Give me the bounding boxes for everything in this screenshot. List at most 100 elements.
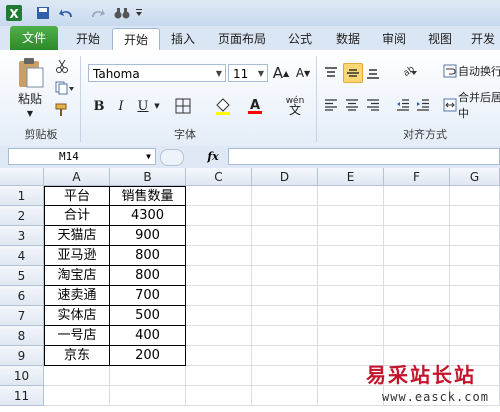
cell-b5[interactable]: 800 bbox=[110, 266, 186, 286]
cell-g7[interactable] bbox=[450, 306, 500, 326]
cell-d9[interactable] bbox=[252, 346, 318, 366]
cell-b4[interactable]: 800 bbox=[110, 246, 186, 266]
tab-view[interactable]: 视图 bbox=[420, 28, 460, 50]
cell-e3[interactable] bbox=[318, 226, 384, 246]
cell-e6[interactable] bbox=[318, 286, 384, 306]
cell-g6[interactable] bbox=[450, 286, 500, 306]
increase-indent-icon[interactable] bbox=[414, 96, 432, 114]
cell-g8[interactable] bbox=[450, 326, 500, 346]
cell-c1[interactable] bbox=[186, 186, 252, 206]
cell-a2[interactable]: 合计 bbox=[44, 206, 110, 226]
cell-c2[interactable] bbox=[186, 206, 252, 226]
cell-e4[interactable] bbox=[318, 246, 384, 266]
cell-a7[interactable]: 实体店 bbox=[44, 306, 110, 326]
bold-button[interactable]: B bbox=[90, 96, 108, 116]
cell-c10[interactable] bbox=[186, 366, 252, 386]
cell-b8[interactable]: 400 bbox=[110, 326, 186, 346]
cell-f2[interactable] bbox=[384, 206, 450, 226]
align-right-icon[interactable] bbox=[364, 96, 382, 114]
cell-b11[interactable] bbox=[110, 386, 186, 406]
column-header-c[interactable]: C bbox=[186, 168, 252, 186]
customize-qat-icon[interactable] bbox=[134, 4, 144, 22]
cell-d4[interactable] bbox=[252, 246, 318, 266]
cell-f1[interactable] bbox=[384, 186, 450, 206]
tab-insert[interactable]: 插入 bbox=[162, 28, 204, 50]
cell-b10[interactable] bbox=[110, 366, 186, 386]
column-header-a[interactable]: A bbox=[44, 168, 110, 186]
row-header[interactable]: 10 bbox=[0, 366, 44, 386]
cell-d1[interactable] bbox=[252, 186, 318, 206]
cell-f6[interactable] bbox=[384, 286, 450, 306]
cell-e2[interactable] bbox=[318, 206, 384, 226]
cell-e8[interactable] bbox=[318, 326, 384, 346]
cell-f5[interactable] bbox=[384, 266, 450, 286]
row-header[interactable]: 6 bbox=[0, 286, 44, 306]
row-header[interactable]: 11 bbox=[0, 386, 44, 406]
cell-a6[interactable]: 速卖通 bbox=[44, 286, 110, 306]
select-all-corner[interactable] bbox=[0, 168, 44, 186]
align-middle-icon[interactable] bbox=[343, 63, 363, 83]
cell-c4[interactable] bbox=[186, 246, 252, 266]
cell-f8[interactable] bbox=[384, 326, 450, 346]
redo-icon[interactable] bbox=[86, 4, 108, 22]
cell-c3[interactable] bbox=[186, 226, 252, 246]
cell-b2[interactable]: 4300 bbox=[110, 206, 186, 226]
tab-developer[interactable]: 开发 bbox=[466, 28, 500, 50]
orientation-icon[interactable]: ab bbox=[394, 64, 420, 82]
wrap-text-icon[interactable] bbox=[442, 63, 458, 79]
cell-g1[interactable] bbox=[450, 186, 500, 206]
wrap-text-button[interactable]: 自动换行 bbox=[458, 62, 500, 80]
cell-d5[interactable] bbox=[252, 266, 318, 286]
cell-a4[interactable]: 亚马逊 bbox=[44, 246, 110, 266]
cell-d3[interactable] bbox=[252, 226, 318, 246]
column-header-b[interactable]: B bbox=[110, 168, 186, 186]
row-header[interactable]: 2 bbox=[0, 206, 44, 226]
tab-file[interactable]: 文件 bbox=[10, 26, 58, 50]
column-header-e[interactable]: E bbox=[318, 168, 384, 186]
align-top-icon[interactable] bbox=[322, 64, 340, 82]
cell-d6[interactable] bbox=[252, 286, 318, 306]
cell-c5[interactable] bbox=[186, 266, 252, 286]
name-box[interactable]: M14 ▼ bbox=[8, 148, 156, 165]
insert-function-button[interactable]: fx bbox=[200, 148, 226, 165]
cell-b9[interactable]: 200 bbox=[110, 346, 186, 366]
tab-formulas[interactable]: 公式 bbox=[280, 28, 320, 50]
cell-a3[interactable]: 天猫店 bbox=[44, 226, 110, 246]
row-header[interactable]: 5 bbox=[0, 266, 44, 286]
paste-button[interactable]: 粘贴 bbox=[14, 90, 46, 106]
cell-e11[interactable] bbox=[318, 386, 384, 406]
copy-icon[interactable] bbox=[54, 80, 76, 96]
tab-data[interactable]: 数据 bbox=[328, 28, 368, 50]
formula-input[interactable] bbox=[228, 148, 500, 165]
grow-font-button[interactable]: A ▲ bbox=[272, 63, 290, 83]
cell-f3[interactable] bbox=[384, 226, 450, 246]
row-header[interactable]: 3 bbox=[0, 226, 44, 246]
shrink-font-button[interactable]: A ▼ bbox=[294, 63, 312, 83]
cell-d10[interactable] bbox=[252, 366, 318, 386]
cell-c11[interactable] bbox=[186, 386, 252, 406]
cut-icon[interactable] bbox=[54, 58, 70, 74]
cell-g3[interactable] bbox=[450, 226, 500, 246]
font-name-combo[interactable]: Tahoma ▼ bbox=[88, 64, 226, 82]
excel-logo-icon[interactable]: X bbox=[4, 4, 24, 22]
cell-g2[interactable] bbox=[450, 206, 500, 226]
paste-dropdown-icon[interactable]: ▼ bbox=[24, 108, 36, 118]
save-icon[interactable] bbox=[34, 4, 52, 22]
tab-home-start[interactable]: 开始 bbox=[66, 28, 110, 50]
cell-d7[interactable] bbox=[252, 306, 318, 326]
column-header-d[interactable]: D bbox=[252, 168, 318, 186]
align-left-icon[interactable] bbox=[322, 96, 340, 114]
cell-e7[interactable] bbox=[318, 306, 384, 326]
align-center-icon[interactable] bbox=[343, 96, 361, 114]
row-header[interactable]: 4 bbox=[0, 246, 44, 266]
cell-d2[interactable] bbox=[252, 206, 318, 226]
cell-b1[interactable]: 销售数量 bbox=[110, 186, 186, 206]
italic-button[interactable]: I bbox=[112, 96, 130, 116]
cell-b7[interactable]: 500 bbox=[110, 306, 186, 326]
borders-icon[interactable] bbox=[172, 96, 194, 116]
cell-a5[interactable]: 淘宝店 bbox=[44, 266, 110, 286]
format-painter-icon[interactable] bbox=[54, 102, 70, 118]
cell-b6[interactable]: 700 bbox=[110, 286, 186, 306]
cell-c7[interactable] bbox=[186, 306, 252, 326]
binoculars-icon[interactable] bbox=[112, 4, 132, 22]
